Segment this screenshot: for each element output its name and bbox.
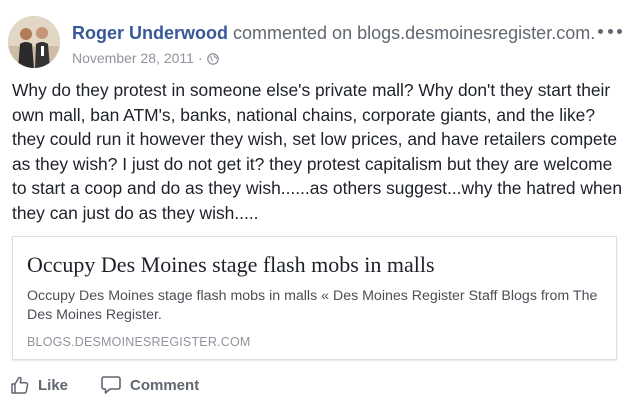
like-label: Like — [38, 376, 69, 394]
like-button[interactable]: Like — [10, 375, 68, 395]
link-preview-card[interactable]: Occupy Des Moines stage flash mobs in ma… — [12, 236, 617, 360]
post-body: Why do they protest in someone else's pr… — [12, 80, 622, 223]
post-date[interactable]: November 28, 2011 — [72, 50, 194, 66]
more-options-button[interactable] — [598, 24, 622, 38]
author-name[interactable]: Roger Underwood — [72, 23, 228, 43]
avatar[interactable] — [8, 16, 60, 68]
link-domain: BLOGS.DESMOINESREGISTER.COM — [27, 335, 251, 349]
link-description: Occupy Des Moines stage flash mobs in ma… — [27, 288, 598, 323]
comment-label: Comment — [130, 376, 200, 394]
thumbs-up-icon — [11, 376, 29, 394]
action-text: commented on blogs.desmoinesregister.com… — [233, 23, 596, 43]
meta-separator: · — [197, 50, 203, 66]
post-header: Roger Underwood commented on blogs.desmo… — [72, 22, 595, 44]
more-horizontal-icon — [598, 28, 603, 34]
post-meta: November 28, 2011 · — [72, 49, 219, 69]
avatar-image — [8, 16, 60, 68]
link-title[interactable]: Occupy Des Moines stage flash mobs in ma… — [27, 251, 435, 279]
globe-icon[interactable] — [206, 51, 219, 69]
post-actions: Like Comment — [10, 372, 231, 398]
comment-button[interactable]: Comment — [100, 375, 199, 395]
comment-post: Roger Underwood commented on blogs.desmo… — [0, 0, 632, 404]
comment-icon — [101, 376, 121, 394]
